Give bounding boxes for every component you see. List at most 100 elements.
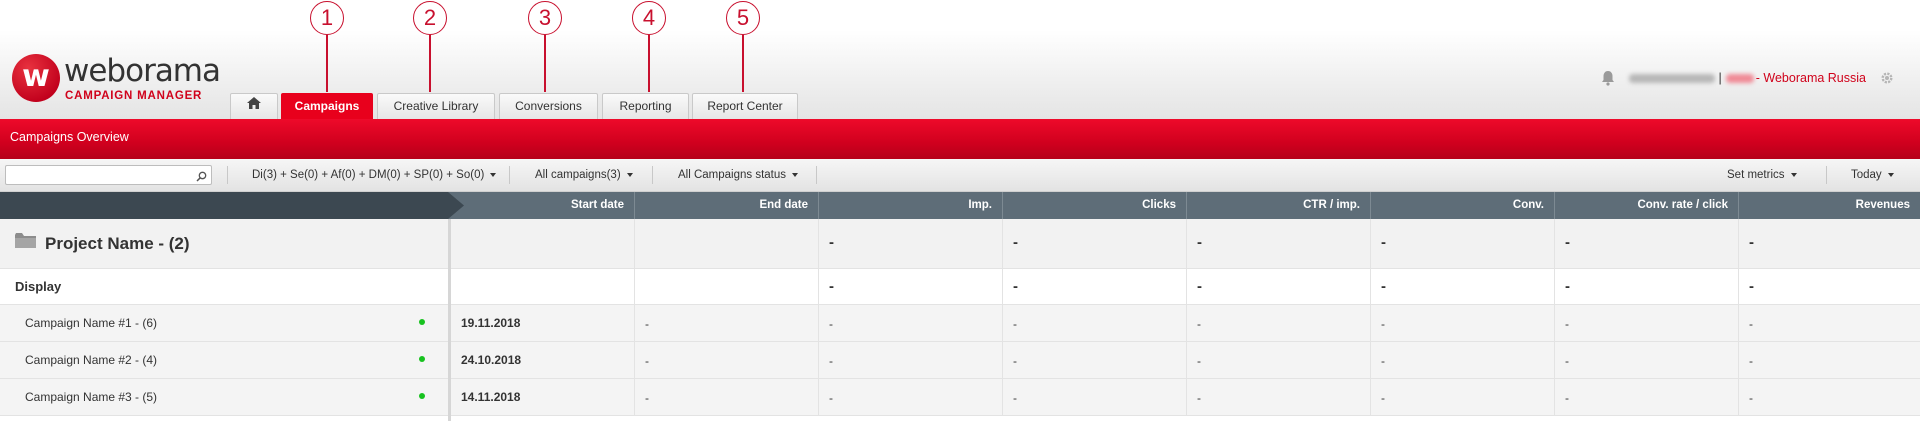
project-name[interactable]: Project Name - (2): [45, 234, 190, 254]
table-row[interactable]: Campaign Name #3 - (5) 14.11.2018 - - - …: [0, 379, 1920, 416]
campaign-name[interactable]: Campaign Name #1 - (6): [25, 316, 157, 330]
toolbar-divider: [227, 166, 228, 184]
org-name[interactable]: - Weborama Russia: [1756, 71, 1866, 85]
project-row[interactable]: Project Name - (2) - - - - - -: [0, 219, 1920, 269]
filter-toolbar: Di(3) + Se(0) + Af(0) + DM(0) + SP(0) + …: [0, 159, 1920, 192]
tab-campaigns[interactable]: Campaigns: [281, 93, 373, 119]
column-conv-rate[interactable]: Conv. rate / click: [1554, 192, 1738, 219]
marker-line-4: [648, 35, 650, 92]
step-marker-4: 4: [632, 1, 666, 35]
step-marker-5: 5: [726, 1, 760, 35]
metric-value: -: [829, 391, 833, 405]
metric-value: -: [1749, 234, 1754, 251]
user-separator: |: [1718, 71, 1722, 85]
metric-value: -: [1565, 354, 1569, 368]
org-redacted: [1725, 73, 1754, 83]
period-dropdown[interactable]: Today: [1851, 169, 1894, 181]
table-cell: -: [1002, 379, 1017, 415]
marker-line-3: [544, 35, 546, 92]
table-cell: -: [1554, 379, 1569, 415]
column-end-date[interactable]: End date: [634, 192, 818, 219]
app-header: w weborama CAMPAIGN MANAGER 1 2 3 4 5 Ca…: [0, 0, 1920, 119]
table-cell: [634, 269, 635, 304]
status-indicator: [419, 393, 425, 399]
column-impressions[interactable]: Imp.: [818, 192, 1002, 219]
table-cell: -: [1738, 269, 1754, 304]
table-cell: -: [1186, 342, 1201, 378]
column-start-date[interactable]: Start date: [450, 192, 634, 219]
table-cell: -: [1370, 379, 1385, 415]
weborama-logo[interactable]: w weborama CAMPAIGN MANAGER: [12, 53, 221, 106]
metric-value: -: [1565, 234, 1570, 251]
column-clicks[interactable]: Clicks: [1002, 192, 1186, 219]
set-metrics-dropdown[interactable]: Set metrics: [1727, 169, 1797, 181]
search-icon[interactable]: [196, 169, 207, 187]
metric-value: -: [1749, 391, 1753, 405]
status-filter-dropdown[interactable]: All Campaigns status: [678, 169, 799, 181]
campaigns-filter-label: All campaigns(3): [535, 169, 621, 181]
set-metrics-label: Set metrics: [1727, 169, 1785, 181]
user-area: | - Weborama Russia: [1601, 68, 1894, 88]
metric-value: -: [1749, 354, 1753, 368]
tab-report-center[interactable]: Report Center: [692, 93, 798, 119]
metric-value: -: [1381, 391, 1385, 405]
table-cell: -: [1554, 342, 1569, 378]
status-indicator: [419, 356, 425, 362]
chevron-down-icon: [1887, 172, 1894, 177]
table-cell: -: [818, 305, 833, 341]
metric-value: -: [1749, 317, 1753, 331]
tab-conversions[interactable]: Conversions: [499, 93, 598, 119]
toolbar-divider: [1826, 166, 1827, 184]
column-ctr[interactable]: CTR / imp.: [1186, 192, 1370, 219]
chevron-down-icon: [792, 172, 799, 177]
metric-value: -: [1565, 278, 1570, 295]
table-cell: -: [818, 379, 833, 415]
table-cell: -: [818, 342, 833, 378]
home-icon: [247, 93, 261, 118]
group-row[interactable]: Display - - - - - -: [0, 269, 1920, 305]
toolbar-divider: [509, 166, 510, 184]
bell-icon[interactable]: [1601, 70, 1615, 86]
status-indicator: [419, 319, 425, 325]
chevron-down-icon: [1790, 172, 1797, 177]
start-date: 14.11.2018: [461, 390, 521, 404]
table-cell: -: [1370, 269, 1386, 304]
campaigns-filter-dropdown[interactable]: All campaigns(3): [535, 169, 633, 181]
tab-home[interactable]: [230, 93, 278, 119]
table-cell: -: [634, 305, 649, 341]
campaign-name-cell: Campaign Name #3 - (5): [0, 379, 448, 415]
table-cell: -: [1738, 342, 1753, 378]
marker-line-2: [429, 35, 431, 92]
campaign-name[interactable]: Campaign Name #2 - (4): [25, 353, 157, 367]
gear-icon[interactable]: [1880, 71, 1894, 85]
table-row[interactable]: Campaign Name #2 - (4) 24.10.2018 - - - …: [0, 342, 1920, 379]
chevron-down-icon: [490, 172, 497, 177]
metric-value: -: [1381, 317, 1385, 331]
group-name[interactable]: Display: [15, 279, 61, 294]
table-cell: -: [1370, 219, 1386, 268]
group-name-cell: Display: [0, 269, 448, 304]
metric-value: -: [1565, 391, 1569, 405]
user-name-redacted[interactable]: [1628, 73, 1715, 83]
start-date: 24.10.2018: [461, 353, 522, 367]
channel-filter-dropdown[interactable]: Di(3) + Se(0) + Af(0) + DM(0) + SP(0) + …: [252, 169, 497, 181]
table-cell: -: [1186, 379, 1201, 415]
column-conversions[interactable]: Conv.: [1370, 192, 1554, 219]
table-cell: -: [1738, 305, 1753, 341]
metric-value: -: [1565, 317, 1569, 331]
chevron-down-icon: [626, 172, 633, 177]
table-cell: -: [634, 379, 649, 415]
tab-reporting[interactable]: Reporting: [602, 93, 689, 119]
table-row[interactable]: Campaign Name #1 - (6) 19.11.2018 - - - …: [0, 305, 1920, 342]
step-marker-1: 1: [310, 1, 344, 35]
search-input[interactable]: [6, 166, 186, 184]
status-filter-label: All Campaigns status: [678, 169, 787, 181]
start-date: 19.11.2018: [461, 316, 521, 330]
name-column-divider: [448, 219, 451, 421]
column-revenues[interactable]: Revenues: [1738, 192, 1920, 219]
table-cell: -: [1738, 379, 1753, 415]
metric-value: -: [1197, 317, 1201, 331]
tab-creative-library[interactable]: Creative Library: [377, 93, 495, 119]
campaign-name[interactable]: Campaign Name #3 - (5): [25, 390, 157, 404]
end-date: -: [645, 317, 649, 331]
